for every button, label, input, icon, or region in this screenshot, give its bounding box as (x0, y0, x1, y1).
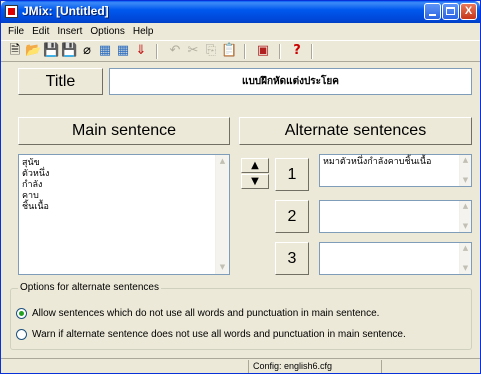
allow-option-label: Allow sentences which do not use all wor… (32, 308, 380, 319)
warn-radio[interactable] (16, 329, 27, 340)
warn-option-label: Warn if alternate sentence does not use … (32, 329, 406, 340)
close-button[interactable]: X (460, 3, 477, 20)
alternate-2-button[interactable]: 2 (275, 200, 309, 233)
toolbar-separator (279, 44, 281, 59)
options-legend: Options for alternate sentences (18, 282, 161, 293)
scroll-down-icon[interactable]: ▼ (460, 263, 471, 274)
save-icon[interactable]: 💾 (43, 43, 59, 59)
move-up-button[interactable]: ▲ (241, 158, 269, 173)
alternate-3-textarea[interactable]: ▲ ▼ (319, 242, 472, 275)
menu-insert[interactable]: Insert (53, 26, 86, 37)
status-divider (381, 360, 382, 373)
scroll-up-icon[interactable]: ▲ (216, 155, 229, 168)
toolbar-separator (311, 44, 313, 59)
upload-icon[interactable]: ⇓ (133, 43, 149, 59)
open-icon[interactable]: 📂 (25, 43, 41, 59)
main-sentence-line: สุนัข (22, 158, 40, 168)
minimize-icon (429, 14, 436, 16)
menu-file[interactable]: File (4, 26, 28, 37)
window-title: JMix: [Untitled] (22, 4, 109, 18)
jmix-window: JMix: [Untitled] X File Edit Insert Opti… (0, 0, 481, 374)
status-bar: Config: english6.cfg (1, 358, 480, 373)
save-as-icon[interactable]: 💾 (61, 43, 77, 59)
main-sentence-line: กำลัง (22, 180, 43, 190)
menu-bar: File Edit Insert Options Help (1, 23, 480, 40)
move-down-button[interactable]: ▼ (241, 174, 269, 189)
menu-options[interactable]: Options (86, 26, 128, 37)
main-sentence-line: คาบ (22, 191, 39, 201)
scroll-up-icon[interactable]: ▲ (460, 243, 471, 254)
minimize-button[interactable] (424, 3, 441, 20)
alternate-3-button[interactable]: 3 (275, 242, 309, 275)
alternate-3-scrollbar[interactable]: ▲ ▼ (459, 243, 471, 274)
undo-icon[interactable]: ↶ (167, 43, 183, 59)
maximize-icon (446, 7, 455, 15)
title-bar[interactable]: JMix: [Untitled] X (1, 1, 480, 23)
paste-icon[interactable]: 📋 (221, 43, 237, 59)
export-icon[interactable]: ▦ (97, 43, 113, 59)
main-sentence-header: Main sentence (18, 117, 230, 145)
main-sentence-textarea[interactable]: สุนัข ตัวหนึ่ง กำลัง คาบ ชิ้นเนื้อ ▲ ▼ (18, 154, 230, 275)
maximize-button[interactable] (442, 3, 459, 20)
status-divider (248, 360, 249, 373)
scroll-down-icon[interactable]: ▼ (460, 221, 471, 232)
menu-edit[interactable]: Edit (28, 26, 53, 37)
title-input[interactable]: แบบฝึกหัดแต่งประโยค (109, 68, 472, 95)
main-sentence-scrollbar[interactable]: ▲ ▼ (215, 155, 229, 274)
alternate-1-button[interactable]: 1 (275, 158, 309, 191)
status-config: Config: english6.cfg (253, 361, 333, 371)
toolbar: 🗎 📂 💾 💾 ⌀ ▦ ▦ ⇓ ↶ ✂ ⎘ 📋 ▣ ? (1, 40, 480, 62)
scroll-down-icon[interactable]: ▼ (460, 175, 471, 186)
new-icon[interactable]: 🗎 (7, 43, 23, 59)
warn-option[interactable]: Warn if alternate sentence does not use … (16, 328, 406, 341)
alternate-sentences-header: Alternate sentences (239, 117, 472, 145)
toolbar-separator (244, 44, 246, 59)
help-icon[interactable]: ? (289, 43, 305, 59)
title-label: Title (18, 68, 103, 95)
toolbar-separator (156, 44, 158, 59)
scroll-down-icon[interactable]: ▼ (216, 261, 229, 274)
menu-help[interactable]: Help (129, 26, 158, 37)
scroll-up-icon[interactable]: ▲ (460, 155, 471, 166)
scroll-up-icon[interactable]: ▲ (460, 201, 471, 212)
clear-icon[interactable]: ⌀ (79, 43, 95, 59)
alternate-1-text: หมาตัวหนึ่งกำลังคาบชิ้นเนื้อ (323, 157, 432, 167)
alternate-2-scrollbar[interactable]: ▲ ▼ (459, 201, 471, 232)
alternate-1-textarea[interactable]: หมาตัวหนึ่งกำลังคาบชิ้นเนื้อ ▲ ▼ (319, 154, 472, 187)
configure-icon[interactable]: ▣ (255, 43, 271, 59)
allow-radio[interactable] (16, 308, 27, 319)
main-sentence-line: ตัวหนึ่ง (22, 169, 50, 179)
app-icon[interactable] (5, 5, 18, 18)
cut-icon[interactable]: ✂ (185, 43, 201, 59)
allow-option[interactable]: Allow sentences which do not use all wor… (16, 307, 379, 320)
alternate-2-textarea[interactable]: ▲ ▼ (319, 200, 472, 233)
alternate-1-scrollbar[interactable]: ▲ ▼ (459, 155, 471, 186)
copy-icon[interactable]: ⎘ (203, 43, 219, 59)
options-group: Options for alternate sentences Allow se… (10, 282, 472, 350)
export-all-icon[interactable]: ▦ (115, 43, 131, 59)
main-panel: Title แบบฝึกหัดแต่งประโยค Main sentence … (1, 63, 480, 355)
main-sentence-line: ชิ้นเนื้อ (22, 202, 49, 212)
